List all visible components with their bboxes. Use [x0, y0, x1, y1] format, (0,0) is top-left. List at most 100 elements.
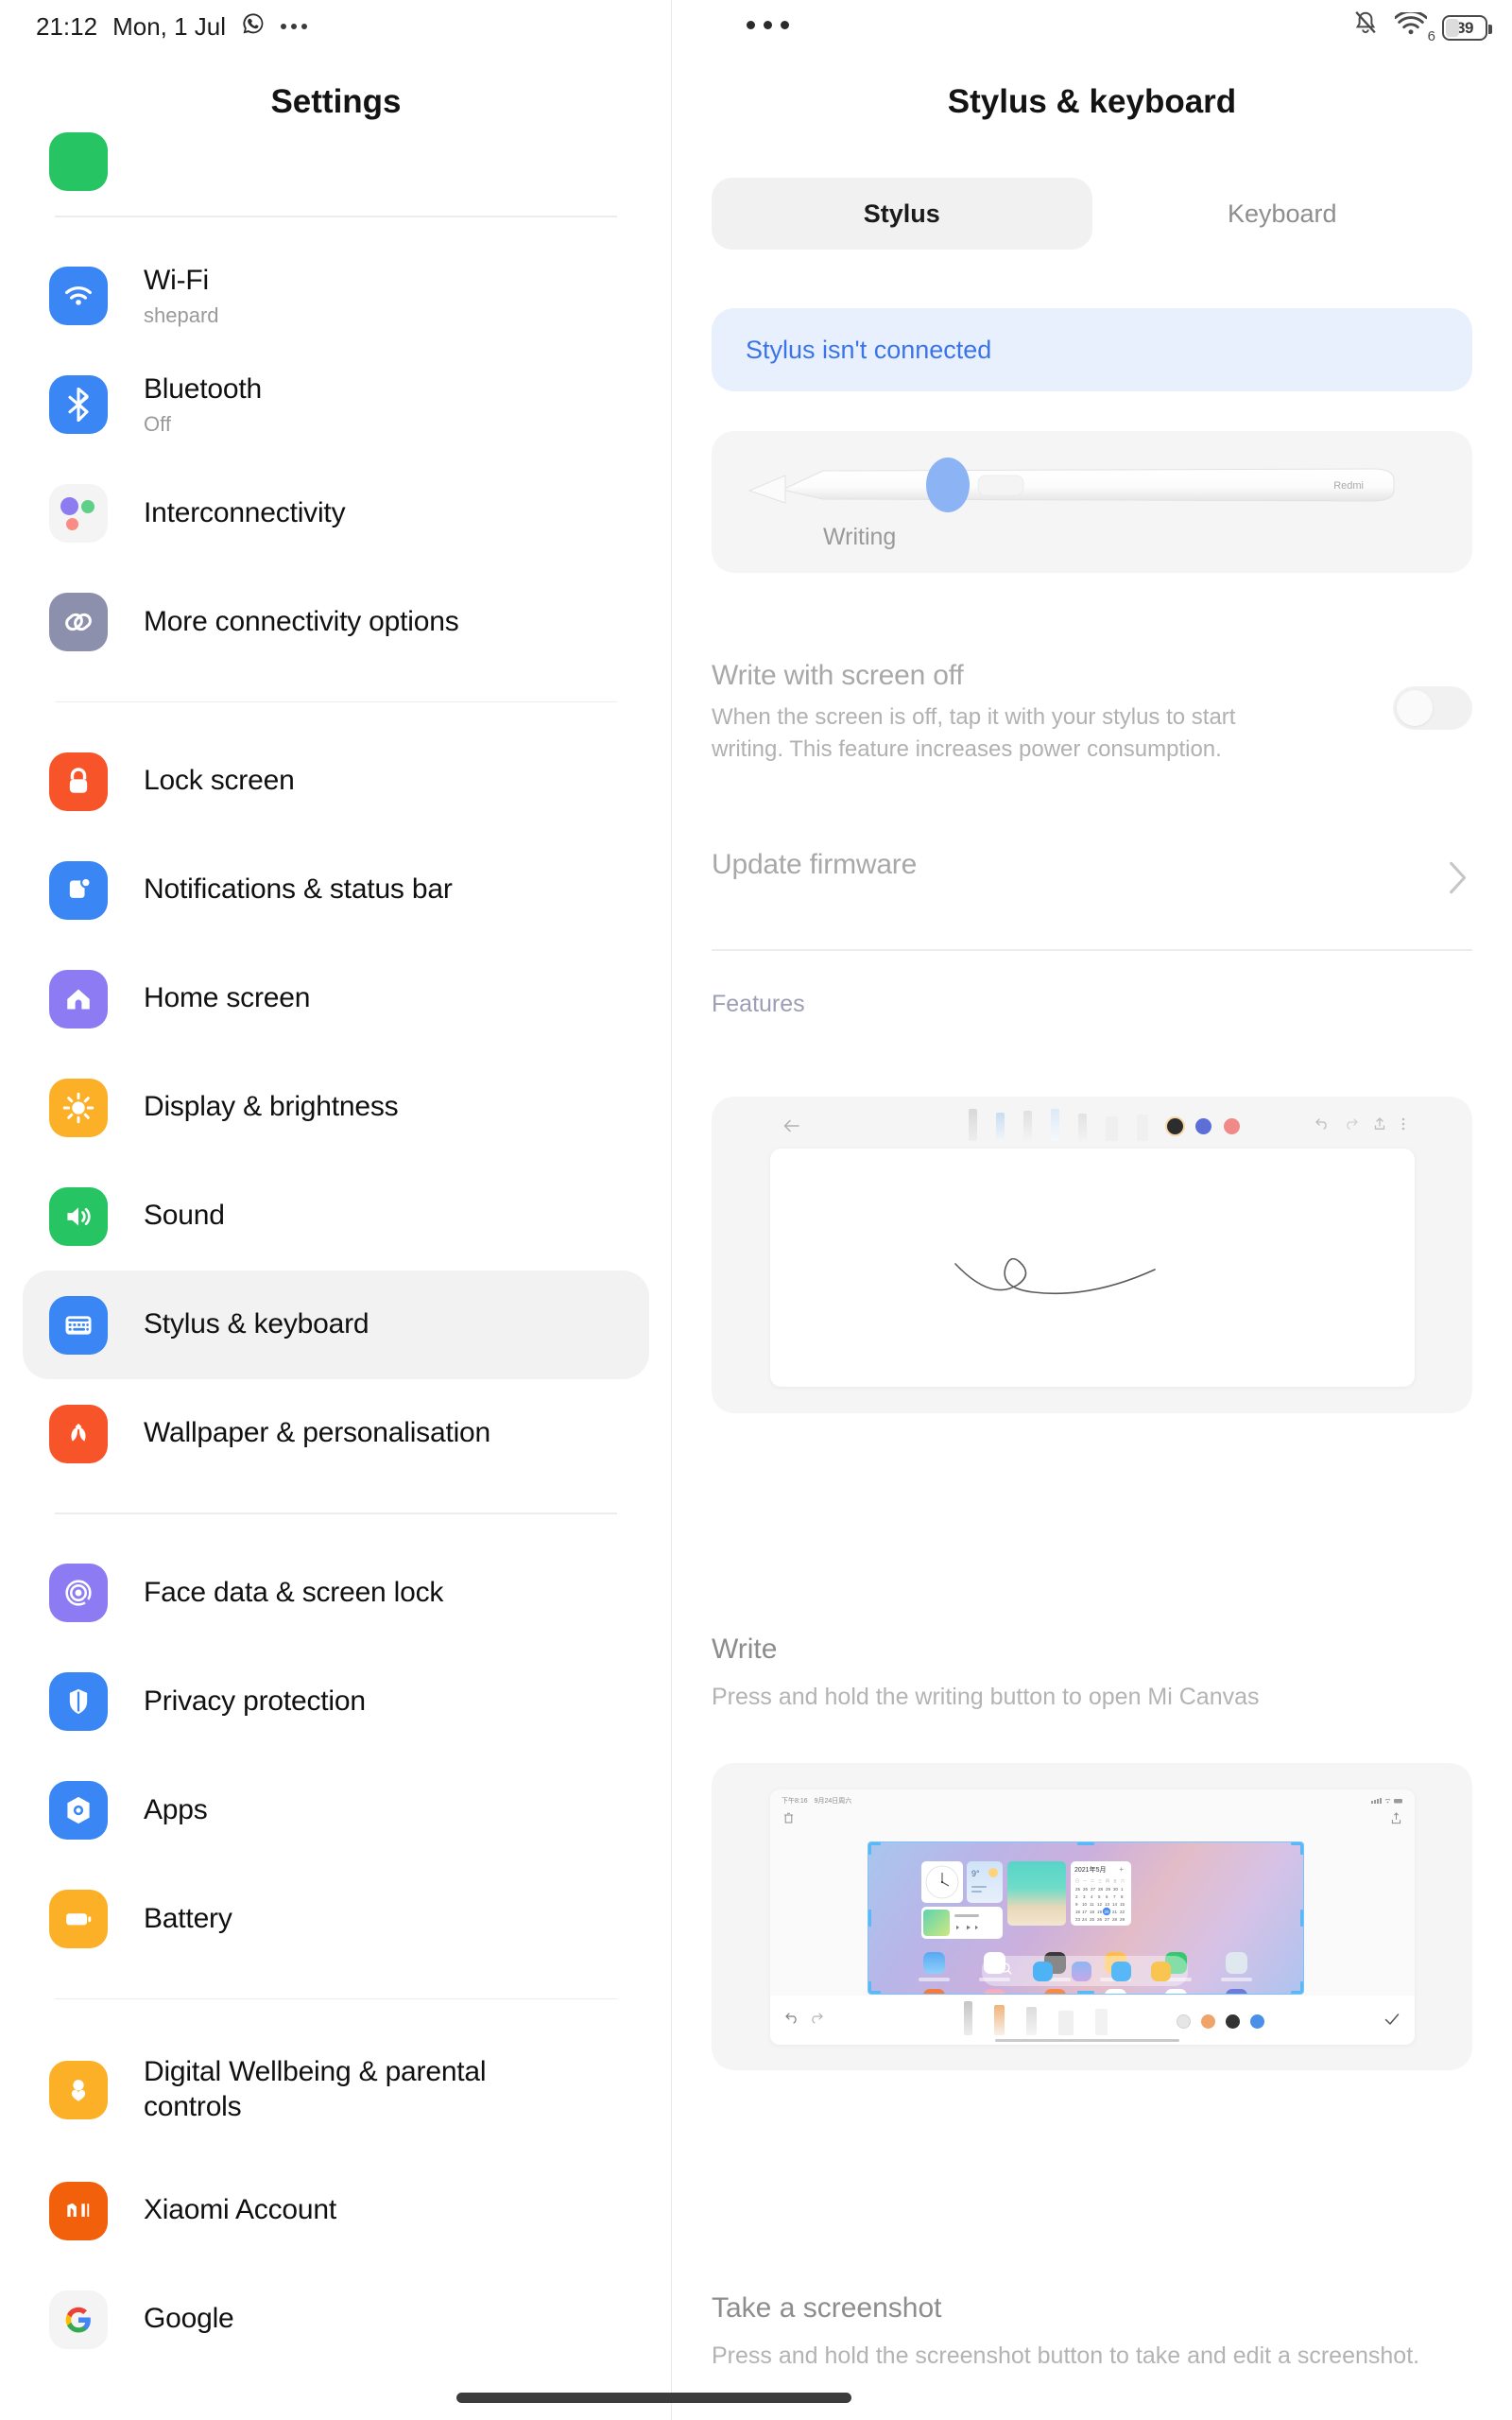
- sidebar-item-label: Home screen: [144, 982, 311, 1014]
- mock-app-icon: [984, 1989, 1005, 1994]
- share-icon[interactable]: [1391, 1812, 1401, 1829]
- svg-text:17: 17: [1082, 1910, 1088, 1914]
- svg-text:日: 日: [1075, 1878, 1079, 1883]
- sidebar-item-more-connectivity[interactable]: More connectivity options: [23, 568, 649, 677]
- sidebar-item-google[interactable]: Google: [23, 2265, 649, 2374]
- sidebar-item-label: Stylus & keyboard: [144, 1308, 369, 1340]
- back-arrow-icon: [783, 1119, 799, 1137]
- mock-status-bar: 下午8:16 9月24日周六: [770, 1793, 1415, 1808]
- pen-tools-group: [969, 1109, 1148, 1141]
- link-icon: [49, 593, 108, 651]
- status-bar-left: 21:12 Mon, 1 Jul: [0, 11, 308, 43]
- sidebar-item-home-screen[interactable]: Home screen: [23, 944, 649, 1053]
- mi-canvas-mock: [770, 1109, 1415, 1387]
- svg-text:18: 18: [1090, 1910, 1095, 1914]
- features-section-label: Features: [712, 991, 805, 1017]
- tab-keyboard[interactable]: Keyboard: [1092, 178, 1473, 250]
- svg-text:9: 9: [1075, 1902, 1078, 1907]
- sidebar-item-label: More connectivity options: [144, 605, 459, 637]
- sidebar-item-lock-screen[interactable]: Lock screen: [23, 727, 649, 836]
- sidebar-item-label: Privacy protection: [144, 1685, 366, 1717]
- sidebar-item-notifications[interactable]: Notifications & status bar: [23, 836, 649, 944]
- battery-icon: 39: [1442, 15, 1492, 41]
- brightness-icon: [49, 1078, 108, 1137]
- sidebar-item-label: Lock screen: [144, 765, 295, 797]
- svg-text:10: 10: [1082, 1902, 1088, 1907]
- wifi-generation-label: 6: [1427, 28, 1435, 44]
- system-gesture-bar[interactable]: [456, 2393, 851, 2403]
- status-bar-right: 6 39: [1351, 9, 1492, 45]
- feature-desc-screenshot: Press and hold the screenshot button to …: [712, 2342, 1420, 2369]
- stylus-illustration-card: Redmi Writing: [712, 431, 1472, 573]
- green-app-icon: [49, 132, 108, 191]
- flower-icon: [49, 1404, 108, 1463]
- trash-icon[interactable]: [783, 1812, 794, 1829]
- svg-text:Redmi: Redmi: [1333, 480, 1364, 492]
- feature-card-write[interactable]: [712, 1097, 1472, 1413]
- svg-text:14: 14: [1112, 1902, 1118, 1907]
- stylus-status-banner: Stylus isn't connected: [712, 308, 1472, 391]
- sidebar-item-label: Digital Wellbeing & parental controls: [144, 2056, 487, 2122]
- sidebar-item-label: Apps: [144, 1793, 208, 1825]
- svg-text:六: 六: [1121, 1877, 1125, 1883]
- sidebar-item-digital-wellbeing[interactable]: Digital Wellbeing & parental controls: [23, 2024, 649, 2156]
- page-title: Settings: [270, 83, 402, 120]
- redo-icon[interactable]: [810, 2012, 823, 2029]
- sidebar-item-interconnectivity[interactable]: Interconnectivity: [23, 459, 649, 568]
- sidebar-item-wifi[interactable]: Wi-Fi shepard: [23, 242, 649, 351]
- editor-color-swatches[interactable]: [1177, 2014, 1264, 2029]
- wifi-6-icon: 6: [1394, 9, 1435, 44]
- wellbeing-person-icon: [49, 2061, 108, 2119]
- svg-text:28: 28: [1112, 1917, 1118, 1922]
- svg-text:21: 21: [1112, 1910, 1118, 1914]
- row-title: Update firmware: [712, 849, 918, 880]
- svg-text:6: 6: [1106, 1894, 1108, 1899]
- sidebar-item-wallpaper[interactable]: Wallpaper & personalisation: [23, 1379, 649, 1488]
- mock-status-time: 下午8:16 9月24日周六: [782, 1798, 852, 1805]
- canvas-actions[interactable]: [1315, 1117, 1405, 1131]
- undo-icon[interactable]: [785, 2012, 799, 2029]
- svg-text:三: 三: [1098, 1878, 1102, 1883]
- stylus-detail-panel: Stylus & keyboard Stylus Keyboard Stylus…: [672, 0, 1512, 2420]
- sidebar-item-label: Wallpaper & personalisation: [144, 1417, 491, 1449]
- svg-text:26: 26: [1083, 1887, 1089, 1892]
- svg-text:28: 28: [1098, 1887, 1104, 1892]
- row-update-firmware[interactable]: Update firmware: [712, 849, 1472, 911]
- mock-status-icons: [1371, 1792, 1403, 1809]
- svg-text:四: 四: [1106, 1878, 1109, 1883]
- sidebar-item-clipped-top[interactable]: [23, 132, 649, 191]
- svg-text:9°: 9°: [971, 1869, 980, 1878]
- sidebar-item-apps[interactable]: Apps: [23, 1756, 649, 1865]
- sidebar-item-label: Xiaomi Account: [144, 2194, 336, 2226]
- keyboard-icon: [49, 1295, 108, 1355]
- sidebar-item-face-data[interactable]: Face data & screen lock: [23, 1539, 649, 1648]
- sidebar-item-bluetooth[interactable]: Bluetooth Off: [23, 351, 649, 459]
- confirm-check-icon[interactable]: [1384, 2013, 1400, 2031]
- mock-app-icon: [1105, 1989, 1126, 1994]
- sidebar-item-stylus-keyboard[interactable]: Stylus & keyboard: [23, 1270, 649, 1379]
- svg-text:+: +: [1119, 1865, 1124, 1874]
- mock-app-icon: [1226, 1989, 1247, 1994]
- sidebar-item-battery[interactable]: Battery: [23, 1865, 649, 1974]
- write-with-screen-off-toggle[interactable]: [1393, 686, 1472, 730]
- sound-icon: [49, 1186, 108, 1246]
- sidebar-item-display-brightness[interactable]: Display & brightness: [23, 1053, 649, 1162]
- svg-text:一: 一: [1083, 1878, 1087, 1883]
- detail-overflow-dots-icon[interactable]: [747, 21, 789, 29]
- editor-pen-tools[interactable]: [964, 2001, 1108, 2035]
- canvas-toolbar: [770, 1107, 1415, 1149]
- shield-icon: [49, 1672, 108, 1731]
- row-description: When the screen is off, tap it with your…: [712, 704, 1236, 763]
- sidebar-item-xiaomi-account[interactable]: Xiaomi Account: [23, 2156, 649, 2265]
- mock-app-icon: [923, 1952, 945, 1974]
- tab-stylus[interactable]: Stylus: [712, 178, 1092, 250]
- sidebar-item-privacy[interactable]: Privacy protection: [23, 1648, 649, 1756]
- sidebar-item-label: Display & brightness: [144, 1091, 399, 1123]
- feature-card-screenshot[interactable]: 下午8:16 9月24日周六 9° 2021年5月 + 日 一 二 三 四 五 …: [712, 1763, 1472, 2070]
- mock-dock: [982, 1956, 1188, 1986]
- sidebar-item-sound[interactable]: Sound: [23, 1162, 649, 1270]
- color-swatches[interactable]: [1167, 1118, 1240, 1134]
- svg-text:13: 13: [1105, 1902, 1110, 1907]
- row-write-with-screen-off[interactable]: Write with screen off When the screen is…: [712, 660, 1472, 802]
- sidebar-nav-list[interactable]: Wi-Fi shepard Bluetooth Off Interconnect…: [0, 132, 671, 2420]
